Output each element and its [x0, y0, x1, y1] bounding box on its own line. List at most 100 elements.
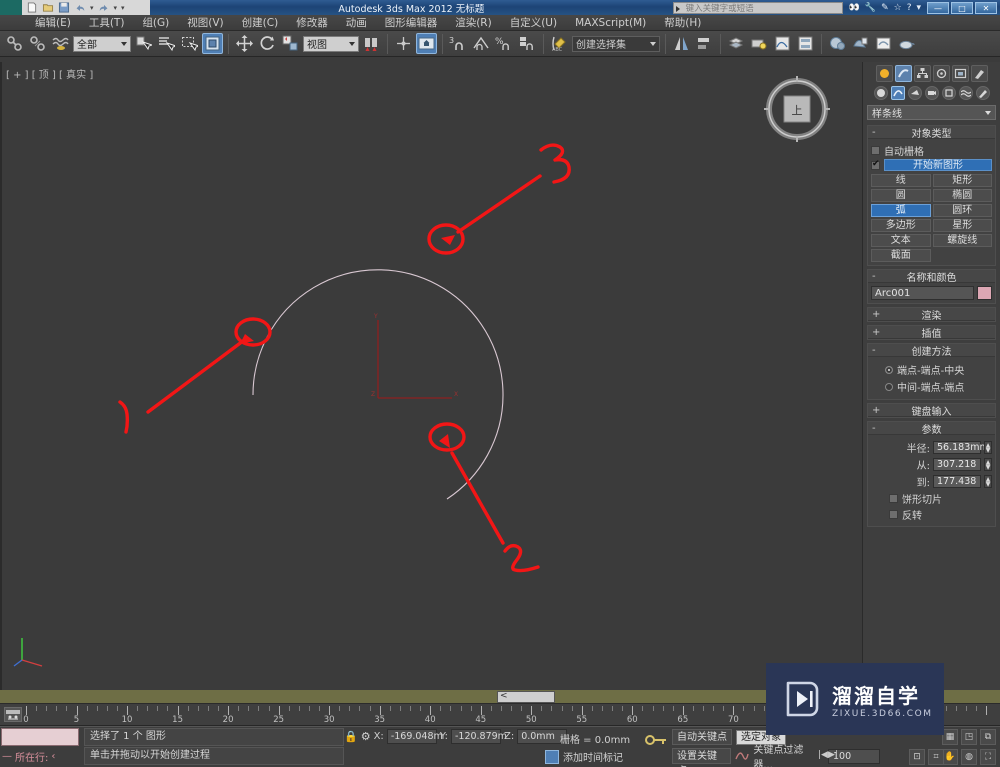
undo-dropdown-icon[interactable]: ▾	[90, 4, 94, 12]
shape-button-star[interactable]: 星形	[932, 219, 992, 232]
render-setup-icon[interactable]	[850, 33, 871, 54]
bind-to-space-warp-icon[interactable]	[50, 33, 71, 54]
window-crossing-toggle-icon[interactable]	[202, 33, 223, 54]
modify-tab[interactable]	[894, 65, 912, 82]
align-icon[interactable]	[694, 33, 715, 54]
rollout-collapse-icon[interactable]: -	[872, 423, 876, 434]
maximize-viewport-icon[interactable]: ⛶	[980, 749, 996, 765]
menu-item-views[interactable]: 视图(V)	[178, 15, 232, 31]
lock-selection-icon[interactable]: 🔒	[344, 730, 358, 743]
menu-item-animation[interactable]: 动画	[337, 15, 376, 31]
hierarchy-tab[interactable]	[913, 65, 931, 82]
shape-button-rectangle[interactable]: 矩形	[932, 174, 992, 187]
save-file-icon[interactable]	[58, 2, 70, 13]
geometry-icon[interactable]	[873, 86, 888, 100]
transform-type-in-icon[interactable]: ⚙	[361, 730, 371, 743]
rectangular-selection-region-icon[interactable]	[179, 33, 200, 54]
shape-button-arc[interactable]: 弧	[871, 204, 931, 217]
select-and-manipulate-icon[interactable]	[393, 33, 414, 54]
curve-editor-icon[interactable]	[772, 33, 793, 54]
menu-item-create[interactable]: 创建(C)	[233, 15, 288, 31]
menu-item-edit[interactable]: 编辑(E)	[26, 15, 80, 31]
viewport[interactable]: [ + ] [ 顶 ] [ 真实 ] Y X Z 上	[0, 62, 862, 690]
auto-key-button[interactable]: 自动关键点	[672, 729, 732, 745]
motion-tab[interactable]	[932, 65, 950, 82]
menu-item-tools[interactable]: 工具(T)	[80, 15, 134, 31]
zoom-extents-icon[interactable]: ◳	[961, 729, 977, 745]
compass-icon[interactable]: ✎	[881, 3, 889, 13]
rollout-expand-icon[interactable]: +	[872, 327, 880, 338]
menu-item-help[interactable]: 帮助(H)	[655, 15, 710, 31]
select-and-link-icon[interactable]	[4, 33, 25, 54]
pan-view-icon[interactable]: ✋	[942, 749, 958, 765]
time-slider-handle[interactable]: <	[497, 691, 555, 703]
to-spinner[interactable]: ▲ ▼	[984, 475, 992, 488]
select-and-rotate-icon[interactable]	[257, 33, 278, 54]
snaps-toggle-3-icon[interactable]: 3	[448, 33, 469, 54]
shape-button-ellipse[interactable]: 椭圆	[932, 189, 992, 202]
field-of-view-icon[interactable]: ⌗	[928, 749, 944, 765]
pie-slice-checkbox[interactable]	[889, 494, 898, 503]
interpolation-header[interactable]: + 插值	[868, 326, 995, 340]
open-mini-curve-editor-icon[interactable]	[4, 707, 22, 722]
start-new-shape-row[interactable]: 开始新图形	[871, 159, 992, 171]
frame-nav-icon[interactable]: |◀▶|	[818, 750, 838, 760]
key-filters-label[interactable]: 关键点过滤器...	[753, 741, 822, 767]
x-input[interactable]: -169.048m	[386, 729, 443, 744]
object-name-input[interactable]: Arc001	[871, 286, 974, 300]
named-selection-set-dropdown[interactable]: 创建选择集	[572, 35, 660, 52]
shape-button-line[interactable]: 线	[871, 174, 931, 187]
menu-item-modifiers[interactable]: 修改器	[287, 15, 337, 31]
systems-icon[interactable]	[975, 86, 990, 100]
reference-coordinate-dropdown[interactable]: 视图	[303, 35, 359, 52]
keyboard-shortcut-override-icon[interactable]	[416, 33, 437, 54]
object-type-header[interactable]: - 对象类型	[868, 126, 995, 140]
rollout-expand-icon[interactable]: +	[872, 405, 880, 416]
schematic-view-icon[interactable]	[795, 33, 816, 54]
rollout-collapse-icon[interactable]: -	[872, 271, 876, 282]
zoom-extents-all-icon[interactable]: ⧉	[980, 729, 996, 745]
space-warps-icon[interactable]	[958, 86, 973, 100]
render-production-icon[interactable]	[896, 33, 917, 54]
keyboard-entry-header[interactable]: + 键盘输入	[868, 404, 995, 418]
auto-grid-row[interactable]: 自动栅格	[871, 143, 992, 158]
set-key-button[interactable]: 设置关键点	[672, 748, 732, 767]
minimize-button[interactable]: —	[927, 1, 949, 14]
start-new-shape-checkbox[interactable]	[871, 159, 880, 170]
helpers-icon[interactable]	[941, 86, 956, 100]
spinner-snap-toggle-icon[interactable]	[517, 33, 538, 54]
shape-button-text[interactable]: 文本	[871, 234, 931, 247]
rollout-expand-icon[interactable]: +	[872, 309, 880, 320]
row-chevron-icon[interactable]: ‹	[51, 751, 55, 762]
shape-button-ngon[interactable]: 多边形	[871, 219, 931, 232]
rollout-collapse-icon[interactable]: -	[872, 345, 876, 356]
render-header[interactable]: + 渲染	[868, 308, 995, 322]
edit-named-selection-sets-icon[interactable]: ABC	[549, 33, 570, 54]
undo-icon[interactable]	[74, 2, 86, 13]
name-color-header[interactable]: - 名称和颜色	[868, 270, 995, 284]
star-icon[interactable]: ☆	[894, 3, 902, 13]
radio-end-end-middle[interactable]	[885, 365, 893, 374]
from-input[interactable]: 307.218	[933, 458, 981, 471]
orbit-icon[interactable]: ◍	[961, 749, 977, 765]
display-tab[interactable]	[951, 65, 969, 82]
creation-method-header[interactable]: - 创建方法	[868, 344, 995, 358]
redo-icon[interactable]	[98, 2, 110, 13]
pie-slice-row[interactable]: 饼形切片	[889, 491, 992, 506]
material-editor-icon[interactable]	[827, 33, 848, 54]
lights-icon[interactable]	[907, 86, 922, 100]
zoom-region-icon[interactable]: ⊡	[909, 749, 925, 765]
time-tag-icon[interactable]	[545, 749, 559, 764]
select-keys-icon[interactable]: ▦	[942, 729, 958, 745]
select-by-name-icon[interactable]	[156, 33, 177, 54]
create-tab[interactable]	[875, 65, 893, 82]
shape-button-donut[interactable]: 圆环	[932, 204, 992, 217]
shape-button-circle[interactable]: 圆	[871, 189, 931, 202]
rendered-frame-window-icon[interactable]	[873, 33, 894, 54]
utilities-tab[interactable]	[970, 65, 988, 82]
selection-filter-dropdown[interactable]: 全部	[73, 35, 131, 52]
light-lister-icon[interactable]	[749, 33, 770, 54]
shapes-icon[interactable]	[890, 86, 905, 100]
help-circle-icon[interactable]: ?	[907, 3, 912, 13]
open-file-icon[interactable]	[42, 2, 54, 13]
